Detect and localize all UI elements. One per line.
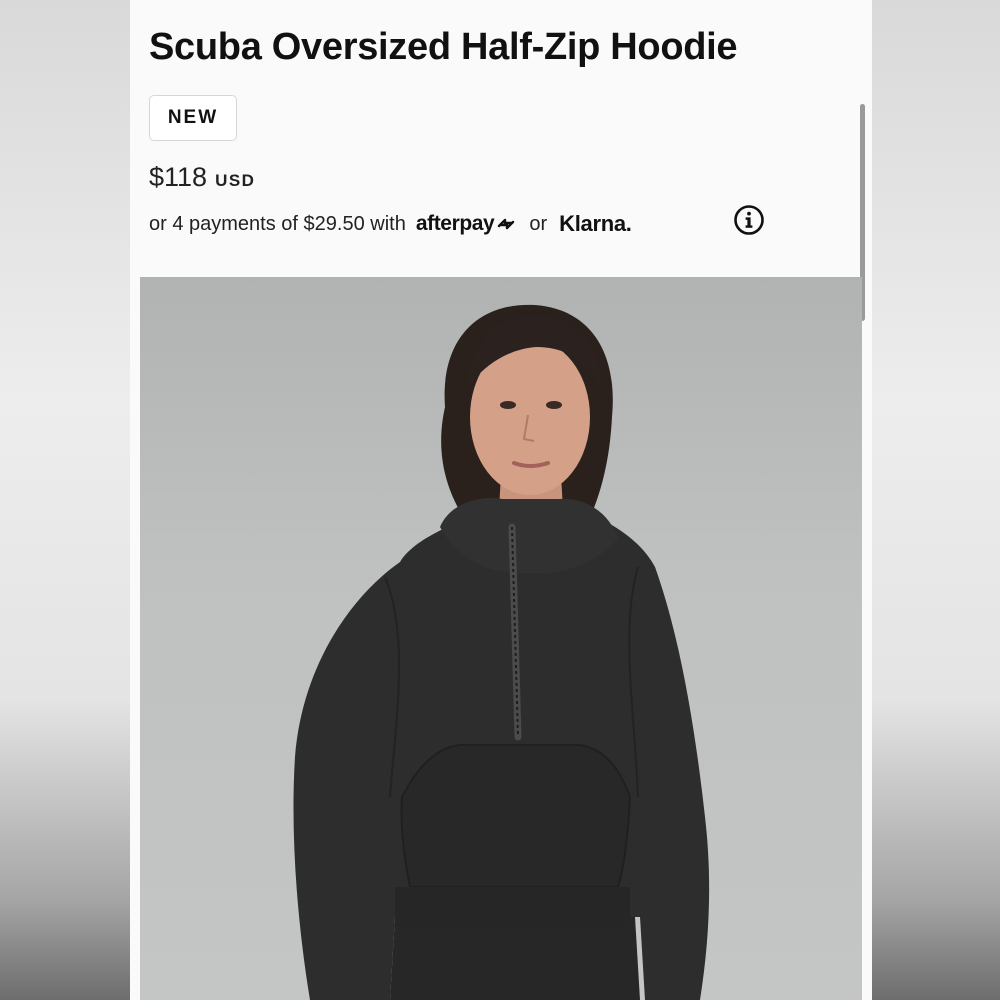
product-title: Scuba Oversized Half-Zip Hoodie [149, 26, 738, 68]
model-wearing-hoodie-illustration [293, 304, 710, 1000]
price-row: $118 USD [149, 162, 255, 193]
afterpay-arrows-icon [498, 218, 515, 230]
afterpay-logo[interactable]: afterpay [416, 212, 518, 236]
product-image [140, 277, 862, 1000]
product-page: Scuba Oversized Half-Zip Hoodie NEW $118… [130, 0, 872, 1000]
or-label: or [529, 212, 548, 235]
blurred-background-right [872, 0, 1000, 1000]
installment-payments: or 4 payments of $29.50 with afterpay or… [149, 207, 632, 241]
info-icon[interactable] [733, 204, 765, 236]
product-price: $118 [149, 162, 208, 192]
blurred-background-left [0, 0, 130, 1000]
installment-text: or 4 payments of $29.50 with [149, 212, 406, 235]
new-badge: NEW [149, 95, 237, 141]
afterpay-label: afterpay [415, 212, 495, 235]
price-currency: USD [215, 171, 256, 190]
klarna-logo[interactable]: Klarna. [559, 211, 632, 237]
